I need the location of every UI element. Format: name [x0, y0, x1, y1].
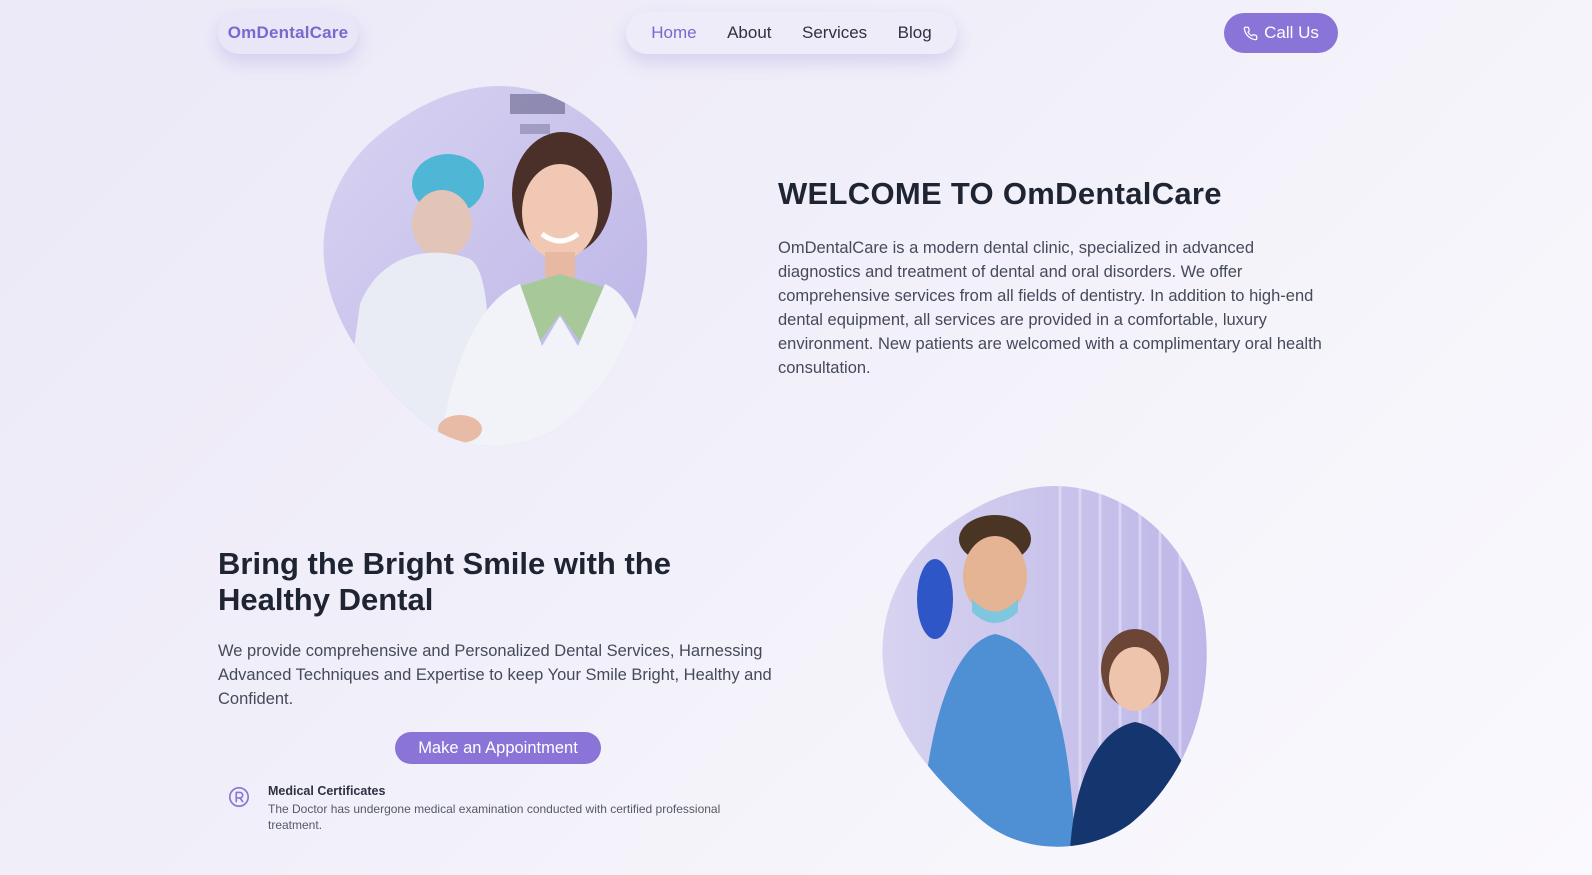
phone-icon: [1243, 26, 1258, 40]
nav-link-blog[interactable]: Blog: [898, 23, 932, 43]
certificate-title: Medical Certificates: [268, 784, 386, 798]
brand-logo[interactable]: OmDentalCare: [218, 12, 358, 54]
welcome-title: WELCOME TO OmDentalCare: [778, 176, 1222, 211]
main-nav: Home About Services Blog: [626, 12, 957, 54]
certificate-description: The Doctor has undergone medical examina…: [268, 802, 721, 832]
call-us-button[interactable]: Call Us: [1224, 13, 1338, 53]
nav-link-services[interactable]: Services: [802, 23, 867, 43]
team-image-dentists: [880, 484, 1210, 850]
make-appointment-button[interactable]: Make an Appointment: [395, 732, 601, 764]
nav-link-home[interactable]: Home: [651, 23, 696, 43]
smile-description: We provide comprehensive and Personalize…: [218, 642, 772, 708]
hero-image-dentist: [320, 84, 650, 450]
registered-icon: [229, 787, 249, 807]
nav-link-about[interactable]: About: [727, 23, 771, 43]
welcome-description: OmDentalCare is a modern dental clinic, …: [778, 239, 1322, 377]
smile-title: Bring the Bright Smile with the Healthy …: [218, 546, 671, 617]
call-us-label: Call Us: [1264, 23, 1319, 42]
